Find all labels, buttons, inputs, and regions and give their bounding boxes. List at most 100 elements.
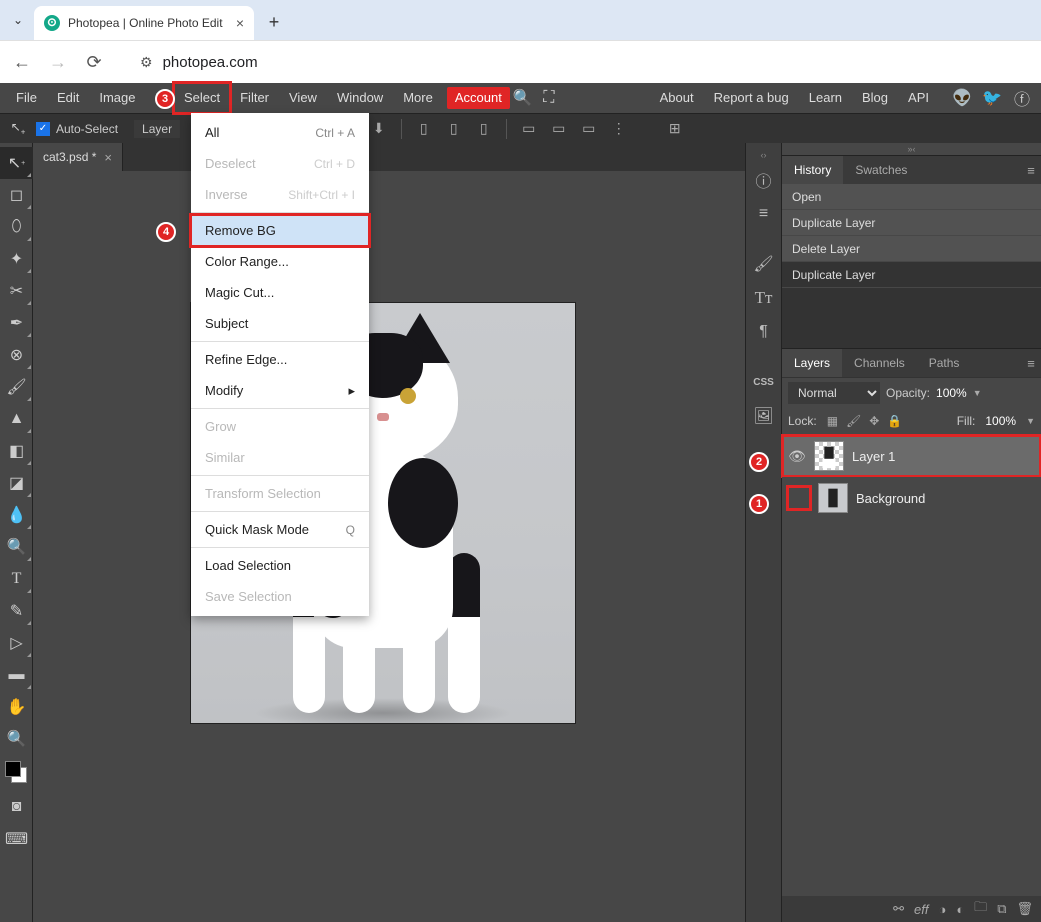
eraser-tool[interactable]: ◧ [0, 435, 33, 467]
menu-subject[interactable]: Subject [191, 308, 369, 339]
close-doc-icon[interactable]: × [104, 150, 112, 165]
reload-button[interactable]: ⟳ [84, 52, 104, 73]
menu-transform-sel[interactable]: Transform Selection [191, 478, 369, 509]
new-tab-button[interactable]: + [260, 8, 288, 36]
close-tab-icon[interactable]: × [236, 15, 244, 31]
tab-paths[interactable]: Paths [917, 349, 972, 377]
document-tab[interactable]: cat3.psd * × [33, 143, 123, 171]
dodge-tool[interactable]: 🔍 [0, 531, 33, 563]
lock-pixels-icon[interactable]: ▦ [827, 414, 838, 428]
wand-tool[interactable]: ✦ [0, 243, 33, 275]
menu-file[interactable]: File [6, 83, 47, 113]
download-icon[interactable]: ⬇ [367, 117, 391, 141]
info-panel-icon[interactable]: ⓘ [749, 165, 779, 195]
search-icon[interactable]: 🔍 [510, 88, 536, 108]
brush-panel-icon[interactable]: 🖌 [749, 249, 779, 279]
blend-mode-select[interactable]: Normal [788, 382, 880, 404]
facebook-icon[interactable]: ⓕ [1009, 86, 1035, 110]
layer-row-background[interactable]: Background [782, 477, 1041, 519]
menu-select[interactable]: Select [174, 83, 230, 113]
menu-load-sel[interactable]: Load Selection [191, 550, 369, 581]
zoom-tool[interactable]: 🔍 [0, 723, 33, 755]
layer-row-layer1[interactable]: 👁 Layer 1 [782, 435, 1041, 477]
eyedropper-tool[interactable]: ✒ [0, 307, 33, 339]
auto-select-checkbox[interactable]: ✓ [36, 122, 50, 136]
lock-paint-icon[interactable]: 🖌 [846, 414, 861, 428]
lock-position-icon[interactable]: ✥ [869, 414, 879, 428]
layer-thumbnail[interactable] [818, 483, 848, 513]
align-center-h-icon[interactable]: ▯ [442, 117, 466, 141]
path-tool[interactable]: ▷ [0, 627, 33, 659]
opacity-arrow-icon[interactable]: ▼ [973, 388, 982, 398]
twitter-icon[interactable]: 🐦 [979, 88, 1005, 108]
distribute-icon[interactable]: ⋮ [607, 117, 631, 141]
menu-edit[interactable]: Edit [47, 83, 89, 113]
history-item[interactable]: Duplicate Layer [782, 262, 1041, 288]
reddit-icon[interactable]: 👽 [949, 88, 975, 108]
color-swatch[interactable] [0, 755, 33, 791]
history-panel-menu-icon[interactable]: ≡ [1021, 163, 1041, 178]
forward-button[interactable]: → [48, 52, 68, 73]
picture-panel-icon[interactable]: 🖼 [749, 401, 779, 431]
menu-quick-mask[interactable]: Quick Mask ModeQ [191, 514, 369, 545]
menu-window[interactable]: Window [327, 83, 393, 113]
menu-blog[interactable]: Blog [852, 83, 898, 113]
marquee-tool[interactable]: ◻ [0, 179, 33, 211]
keyboard-icon[interactable]: ⌨ [0, 823, 33, 855]
fill-value[interactable]: 100% [985, 414, 1016, 428]
opacity-value[interactable]: 100% [936, 386, 967, 400]
fill-arrow-icon[interactable]: ▼ [1026, 416, 1035, 426]
move-tool[interactable]: ↖+ [0, 147, 33, 179]
link-layers-icon[interactable]: ⚯ [893, 901, 904, 917]
type-tool[interactable]: T [0, 563, 33, 595]
quickmask-toggle[interactable]: ◙ [0, 791, 33, 823]
gradient-tool[interactable]: ◪ [0, 467, 33, 499]
menu-image[interactable]: Image [89, 83, 145, 113]
menu-modify[interactable]: Modify▸ [191, 375, 369, 406]
shape-tool[interactable]: ▬ [0, 659, 33, 691]
character-panel-icon[interactable]: Tт [749, 283, 779, 313]
menu-inverse[interactable]: InverseShift+Ctrl + I [191, 179, 369, 210]
menu-save-sel[interactable]: Save Selection [191, 581, 369, 612]
mask-icon[interactable]: ◑ [938, 902, 946, 917]
menu-api[interactable]: API [898, 83, 939, 113]
lasso-tool[interactable]: ⬯ [0, 211, 33, 243]
tab-layers[interactable]: Layers [782, 349, 842, 377]
url-text[interactable]: photopea.com [163, 54, 258, 71]
heal-tool[interactable]: ⊗ [0, 339, 33, 371]
menu-similar[interactable]: Similar [191, 442, 369, 473]
menu-deselect[interactable]: DeselectCtrl + D [191, 148, 369, 179]
menu-filter[interactable]: Filter [230, 83, 279, 113]
pen-tool[interactable]: ✎ [0, 595, 33, 627]
back-button[interactable]: ← [12, 52, 32, 73]
stamp-tool[interactable]: ▲ [0, 403, 33, 435]
history-item[interactable]: Open [782, 184, 1041, 210]
tab-history[interactable]: History [782, 156, 843, 184]
menu-color-range[interactable]: Color Range... [191, 246, 369, 277]
blur-tool[interactable]: 💧 [0, 499, 33, 531]
folder-icon[interactable]: 🗀 [974, 898, 987, 920]
layers-panel-menu-icon[interactable]: ≡ [1021, 356, 1041, 371]
menu-learn[interactable]: Learn [799, 83, 852, 113]
menu-remove-bg[interactable]: Remove BG [191, 215, 369, 246]
fx-icon[interactable]: eff [914, 902, 928, 917]
layer-name[interactable]: Layer 1 [852, 449, 895, 464]
history-item[interactable]: Delete Layer [782, 236, 1041, 262]
layer-thumbnail[interactable] [814, 441, 844, 471]
history-item[interactable]: Duplicate Layer [782, 210, 1041, 236]
menu-grow[interactable]: Grow [191, 411, 369, 442]
delete-layer-icon[interactable]: 🗑 [1016, 901, 1033, 917]
align-bottom-icon[interactable]: ▭ [577, 117, 601, 141]
adjustments-panel-icon[interactable]: ≡ [749, 199, 779, 229]
adjustment-layer-icon[interactable]: ◐ [956, 902, 964, 917]
tabs-dropdown[interactable]: ⌄ [8, 10, 28, 30]
hand-tool[interactable]: ✋ [0, 691, 33, 723]
css-panel-icon[interactable]: CSS [749, 367, 779, 397]
browser-tab[interactable]: ⵙ Photopea | Online Photo Edit × [34, 6, 254, 40]
tab-swatches[interactable]: Swatches [843, 156, 919, 184]
brush-tool[interactable]: 🖌 [0, 371, 33, 403]
grid-icon[interactable]: ⊞ [663, 117, 687, 141]
crop-tool[interactable]: ✂ [0, 275, 33, 307]
fullscreen-icon[interactable]: ⛶ [536, 89, 562, 107]
align-middle-icon[interactable]: ▭ [547, 117, 571, 141]
